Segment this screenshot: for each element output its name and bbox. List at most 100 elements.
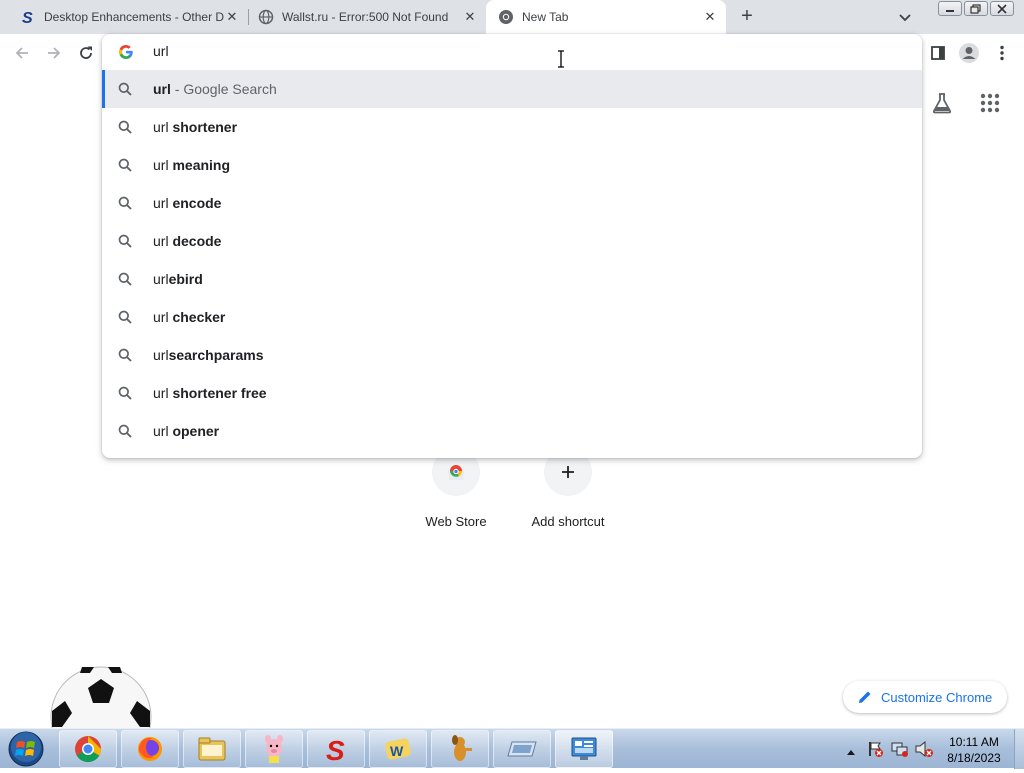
suggestion-prefix: url [153,119,173,135]
side-panel-icon[interactable] [927,42,949,64]
new-tab-plus-icon[interactable]: + [737,6,757,27]
tray-volume-muted-icon[interactable] [914,740,934,758]
search-icon [118,120,132,134]
suggestion-text: url opener [153,423,219,439]
suggestion-completion: searchparams [168,347,264,363]
suggestion-completion: decode [172,233,222,249]
omnibox-suggestion[interactable]: urlsearchparams [102,336,922,374]
taskbar-dog-icon[interactable] [431,730,489,768]
suggestion-completion: meaning [172,157,231,173]
pencil-icon [857,689,873,705]
shortcut-label: Add shortcut [531,514,605,529]
clock-date: 8/18/2023 [947,751,1001,765]
globe-icon [258,9,274,25]
suggestion-text: url decode [153,233,221,249]
suggestion-text: url encode [153,195,221,211]
suggestion-text: url - Google Search [153,81,277,97]
tray-action-center-flag-icon[interactable] [866,740,884,758]
text-cursor-icon [557,50,565,68]
taskbar-clock[interactable]: 10:11 AM 8/18/2023 [938,734,1010,766]
suggestion-completion: shortener free [172,385,267,401]
suggestion-text: url checker [153,309,225,325]
tab-desktop-enhancements[interactable]: S Desktop Enhancements - Other D ✕ [0,0,248,34]
chevron-down-icon[interactable] [896,8,914,26]
tab-title: New Tab [522,10,569,24]
more-menu-icon[interactable] [991,42,1013,64]
omnibox-query-text[interactable]: url [153,43,169,59]
tab-title: Wallst.ru - Error:500 Not Found [282,10,449,24]
google-g-icon [118,44,134,60]
omnibox-suggestion[interactable]: url - Google Search [102,70,922,108]
taskbar-control-panel-icon[interactable] [555,730,613,768]
customize-label: Customize Chrome [881,689,993,705]
taskbar-softpedia-icon[interactable]: S [307,730,365,768]
suggestion-completion: opener [172,423,220,439]
close-tab-icon[interactable]: ✕ [462,9,478,25]
reload-icon[interactable] [75,42,97,64]
tray-show-hidden-icon[interactable] [846,743,856,755]
back-arrow-icon[interactable] [11,42,33,64]
suggestion-text: url shortener [153,119,237,135]
taskbar-chrome-icon[interactable] [59,730,117,768]
restore-icon[interactable] [964,1,988,16]
suggestion-prefix: url [153,309,173,325]
search-icon [118,272,132,286]
search-icon [118,386,132,400]
shortcut-label: Web Store [425,514,487,529]
suggestion-suffix: - Google Search [170,81,277,97]
windows-start-icon[interactable] [6,730,46,768]
omnibox-suggestion[interactable]: url opener [102,412,922,450]
svg-text:S: S [22,10,33,25]
search-icon [118,424,132,438]
taskbar-piglet-icon[interactable] [245,730,303,768]
omnibox-suggestion[interactable]: url decode [102,222,922,260]
taskbar-drive-icon[interactable] [493,730,551,768]
omnibox-suggestion[interactable]: url checker [102,298,922,336]
omnibox-input-row[interactable]: url [102,34,922,70]
close-tab-icon[interactable]: ✕ [702,9,718,25]
tab-new-tab[interactable]: New Tab ✕ [486,0,726,34]
suggestion-text: url shortener free [153,385,267,401]
taskbar-firefox-icon[interactable] [121,730,179,768]
suggestion-completion: ebird [168,271,203,287]
suggestion-text: url meaning [153,157,230,173]
suggestion-prefix: url [153,347,169,363]
windows-taskbar: S W 10:11 AM 8/18/2023 [0,728,1024,769]
google-apps-grid-icon[interactable] [980,93,1000,113]
taskbar-app-blue-icon[interactable]: W [369,730,427,768]
suggestion-completion: shortener [172,119,238,135]
shortcut-add[interactable]: Add shortcut [512,448,624,529]
profile-avatar-icon[interactable] [958,42,980,64]
omnibox-suggestion[interactable]: url encode [102,184,922,222]
taskbar-file-explorer-icon[interactable] [183,730,241,768]
tab-strip: S Desktop Enhancements - Other D ✕ Walls… [0,0,1024,34]
suggestion-prefix: url [153,423,173,439]
minimize-icon[interactable] [938,1,962,16]
shortcut-web-store[interactable]: Web Store [400,448,512,529]
omnibox-suggestion[interactable]: url shortener free [102,374,922,412]
suggestion-prefix: url [153,233,173,249]
search-icon [118,158,132,172]
close-window-icon[interactable] [990,1,1014,16]
labs-flask-icon[interactable] [930,91,954,115]
tray-network-icon[interactable] [890,740,910,758]
svg-text:S: S [326,735,345,764]
suggestion-prefix: url [153,81,171,97]
chrome-icon [498,9,514,25]
suggestion-list: url - Google Search url shortener url mean… [102,70,922,450]
omnibox-dropdown: url url - Google Search url shortener url … [102,34,922,458]
tab-title: Desktop Enhancements - Other D [44,10,224,24]
search-icon [118,234,132,248]
tab-wallst[interactable]: Wallst.ru - Error:500 Not Found ✕ [238,0,486,34]
search-icon [118,310,132,324]
customize-chrome-button[interactable]: Customize Chrome [843,681,1007,713]
suggestion-prefix: url [153,271,169,287]
window-controls [938,1,1014,16]
suggestion-text: urlsearchparams [153,347,264,363]
omnibox-suggestion[interactable]: urlebird [102,260,922,298]
show-desktop-button[interactable] [1014,729,1024,769]
omnibox-suggestion[interactable]: url shortener [102,108,922,146]
omnibox-suggestion[interactable]: url meaning [102,146,922,184]
suggestion-prefix: url [153,157,173,173]
forward-arrow-icon[interactable] [43,42,65,64]
